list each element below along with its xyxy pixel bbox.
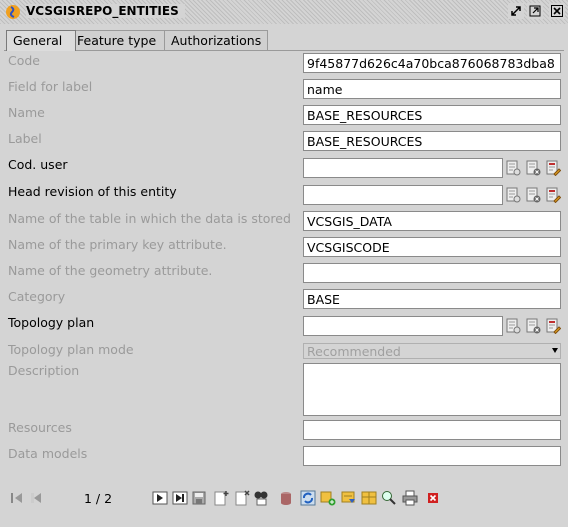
edit-record-icon[interactable] [545, 318, 561, 334]
pk-attr-label: Name of the primary key attribute. [8, 237, 227, 252]
record-counter: 1 / 2 [84, 491, 113, 506]
label-label: Label [8, 131, 42, 146]
code-label: Code [8, 53, 41, 68]
tab-label: Feature type [77, 33, 157, 48]
category-field[interactable]: BASE [303, 289, 561, 309]
previous-record-icon[interactable] [29, 490, 45, 506]
edit-record-icon[interactable] [545, 187, 561, 203]
select-record-icon[interactable] [505, 160, 521, 176]
refresh-icon[interactable] [300, 490, 316, 506]
select-record-icon[interactable] [505, 187, 521, 203]
delete-record-icon[interactable] [234, 490, 250, 506]
tab-label: General [13, 33, 63, 48]
last-record-icon[interactable] [172, 490, 188, 506]
name-field[interactable]: BASE_RESOURCES [303, 105, 561, 125]
description-textarea[interactable] [303, 363, 561, 416]
close-icon[interactable] [549, 3, 565, 19]
geom-attr-label: Name of the geometry attribute. [8, 263, 213, 278]
field-for-label-label: Field for label [8, 79, 93, 94]
select-record-icon[interactable] [505, 318, 521, 334]
maximize-icon[interactable] [527, 3, 543, 19]
clear-record-icon[interactable] [525, 160, 541, 176]
cod-user-field[interactable] [303, 158, 503, 178]
table-name-label: Name of the table in which the data is s… [8, 211, 291, 226]
table-name-field[interactable]: VCSGIS_DATA [303, 211, 561, 231]
head-revision-field[interactable] [303, 185, 503, 205]
resources-field[interactable] [303, 420, 561, 440]
close-form-icon[interactable] [425, 490, 441, 506]
category-label: Category [8, 289, 66, 304]
cod-user-label: Cod. user [8, 157, 68, 172]
topology-plan-mode-value: Recommended [307, 344, 401, 359]
zoom-to-record-icon[interactable] [381, 490, 397, 506]
pk-attr-field[interactable]: VCSGISCODE [303, 237, 561, 257]
tab-feature-type[interactable]: Feature type [70, 30, 170, 50]
tab-general[interactable]: General [6, 30, 76, 51]
topology-plan-field[interactable] [303, 316, 503, 336]
topology-plan-label: Topology plan [8, 315, 95, 330]
tab-authorizations[interactable]: Authorizations [164, 30, 268, 50]
print-icon[interactable] [402, 490, 418, 506]
chevron-down-icon[interactable] [552, 348, 558, 353]
next-record-icon[interactable] [152, 490, 168, 506]
save-icon[interactable] [191, 490, 207, 506]
search-icon[interactable] [253, 490, 269, 506]
geom-attr-field[interactable] [303, 263, 561, 283]
table-view-icon[interactable] [361, 490, 377, 506]
new-record-icon[interactable] [213, 490, 229, 506]
data-models-field[interactable] [303, 446, 561, 466]
head-revision-label: Head revision of this entity [8, 184, 177, 199]
add-to-selection-icon[interactable] [320, 490, 336, 506]
edit-record-icon[interactable] [545, 160, 561, 176]
filter-selection-icon[interactable] [341, 490, 357, 506]
topology-plan-mode-select[interactable]: Recommended [303, 343, 561, 359]
title-bar[interactable]: VCSGISREPO_ENTITIES [0, 0, 568, 24]
code-field[interactable]: 9f45877d626c4a70bca876068783dba8 [303, 53, 561, 73]
topology-plan-mode-label: Topology plan mode [8, 342, 134, 357]
database-icon[interactable] [278, 490, 294, 506]
first-record-icon[interactable] [9, 490, 25, 506]
field-for-label-field[interactable]: name [303, 79, 561, 99]
restore-icon[interactable] [508, 3, 524, 19]
tab-label: Authorizations [171, 33, 262, 48]
data-models-label: Data models [8, 446, 88, 461]
name-label: Name [8, 105, 45, 120]
description-label: Description [8, 363, 80, 378]
label-field[interactable]: BASE_RESOURCES [303, 131, 561, 151]
resources-label: Resources [8, 420, 72, 435]
clear-record-icon[interactable] [525, 318, 541, 334]
clear-record-icon[interactable] [525, 187, 541, 203]
gvsig-app-icon [6, 5, 20, 19]
window-title: VCSGISREPO_ENTITIES [26, 4, 185, 18]
